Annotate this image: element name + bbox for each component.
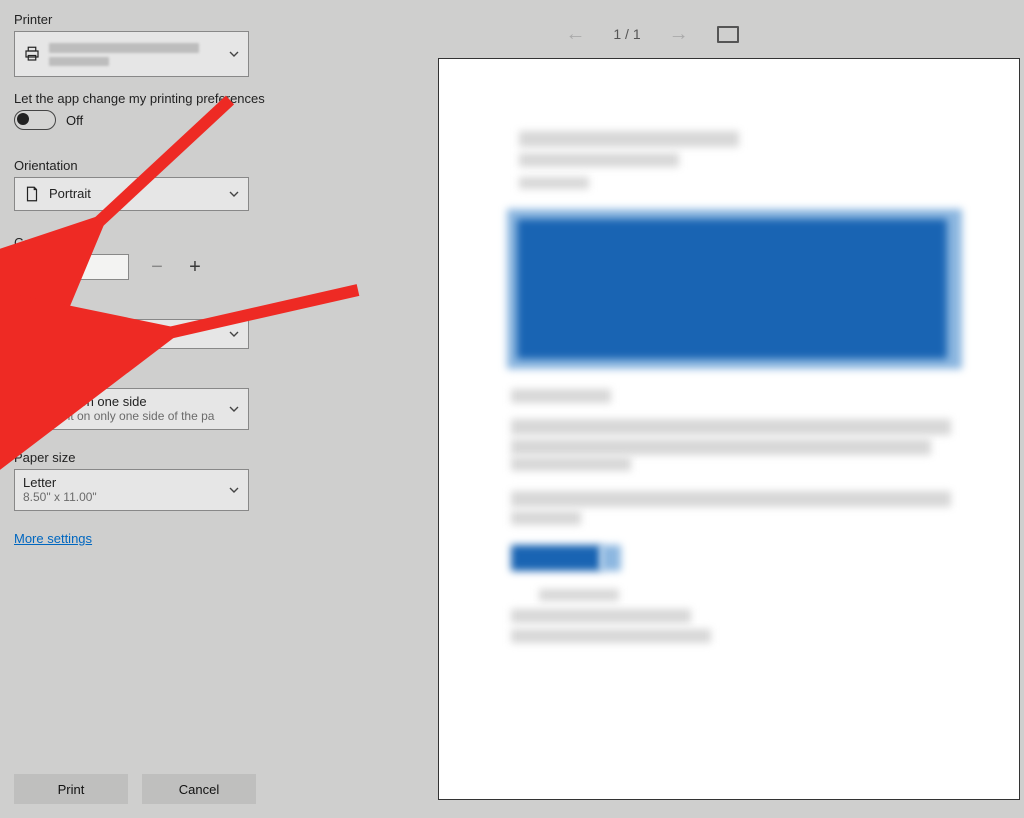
duplex-value: Print on one side — [49, 395, 214, 410]
chevron-down-icon — [228, 389, 240, 429]
app-pref-toggle[interactable] — [14, 110, 56, 130]
orientation-select[interactable]: Portrait — [14, 177, 249, 211]
pages-value: All pages — [23, 327, 76, 342]
printer-select[interactable] — [14, 31, 249, 77]
chevron-down-icon — [228, 320, 240, 348]
paper-size-label: Paper size — [14, 450, 266, 465]
pages-select[interactable]: All pages — [14, 319, 249, 349]
printer-label: Printer — [14, 12, 266, 27]
copies-label: Copies — [14, 235, 266, 250]
pages-label: Pages — [14, 300, 266, 315]
printer-name — [49, 43, 199, 66]
orientation-label: Orientation — [14, 158, 266, 173]
duplex-select[interactable]: Print on one side Print on only one side… — [14, 388, 249, 430]
duplex-label: Duplex printing — [14, 369, 266, 384]
chevron-down-icon — [228, 32, 240, 76]
cancel-button[interactable]: Cancel — [142, 774, 256, 804]
portrait-icon — [23, 185, 41, 203]
app-pref-state: Off — [66, 113, 83, 128]
next-page-button[interactable]: → — [669, 23, 689, 46]
orientation-value: Portrait — [49, 187, 91, 202]
chevron-down-icon — [228, 178, 240, 210]
paper-size-select[interactable]: Letter 8.50" x 11.00" — [14, 469, 249, 511]
print-settings-panel: Printer Let the app change my printing p… — [0, 0, 280, 818]
duplex-subtext: Print on only one side of the pa — [49, 409, 214, 423]
copies-minus-button[interactable]: − — [147, 257, 167, 277]
fullscreen-button[interactable] — [717, 26, 739, 43]
paper-size-value: Letter — [23, 476, 97, 491]
print-button[interactable]: Print — [14, 774, 128, 804]
page-indicator: 1 / 1 — [613, 26, 640, 42]
paper-size-sub: 8.50" x 11.00" — [23, 490, 97, 504]
page-preview — [438, 58, 1020, 800]
chevron-down-icon — [228, 470, 240, 510]
prev-page-button[interactable]: ← — [565, 23, 585, 46]
preview-area: ← 1 / 1 → — [280, 0, 1024, 818]
more-settings-link[interactable]: More settings — [14, 531, 92, 546]
copies-plus-button[interactable]: + — [185, 257, 205, 277]
copies-input[interactable] — [14, 254, 129, 280]
page-icon — [23, 400, 41, 418]
printer-icon — [23, 45, 41, 63]
app-pref-label: Let the app change my printing preferenc… — [14, 91, 266, 106]
page-navigator: ← 1 / 1 → — [280, 16, 1024, 52]
